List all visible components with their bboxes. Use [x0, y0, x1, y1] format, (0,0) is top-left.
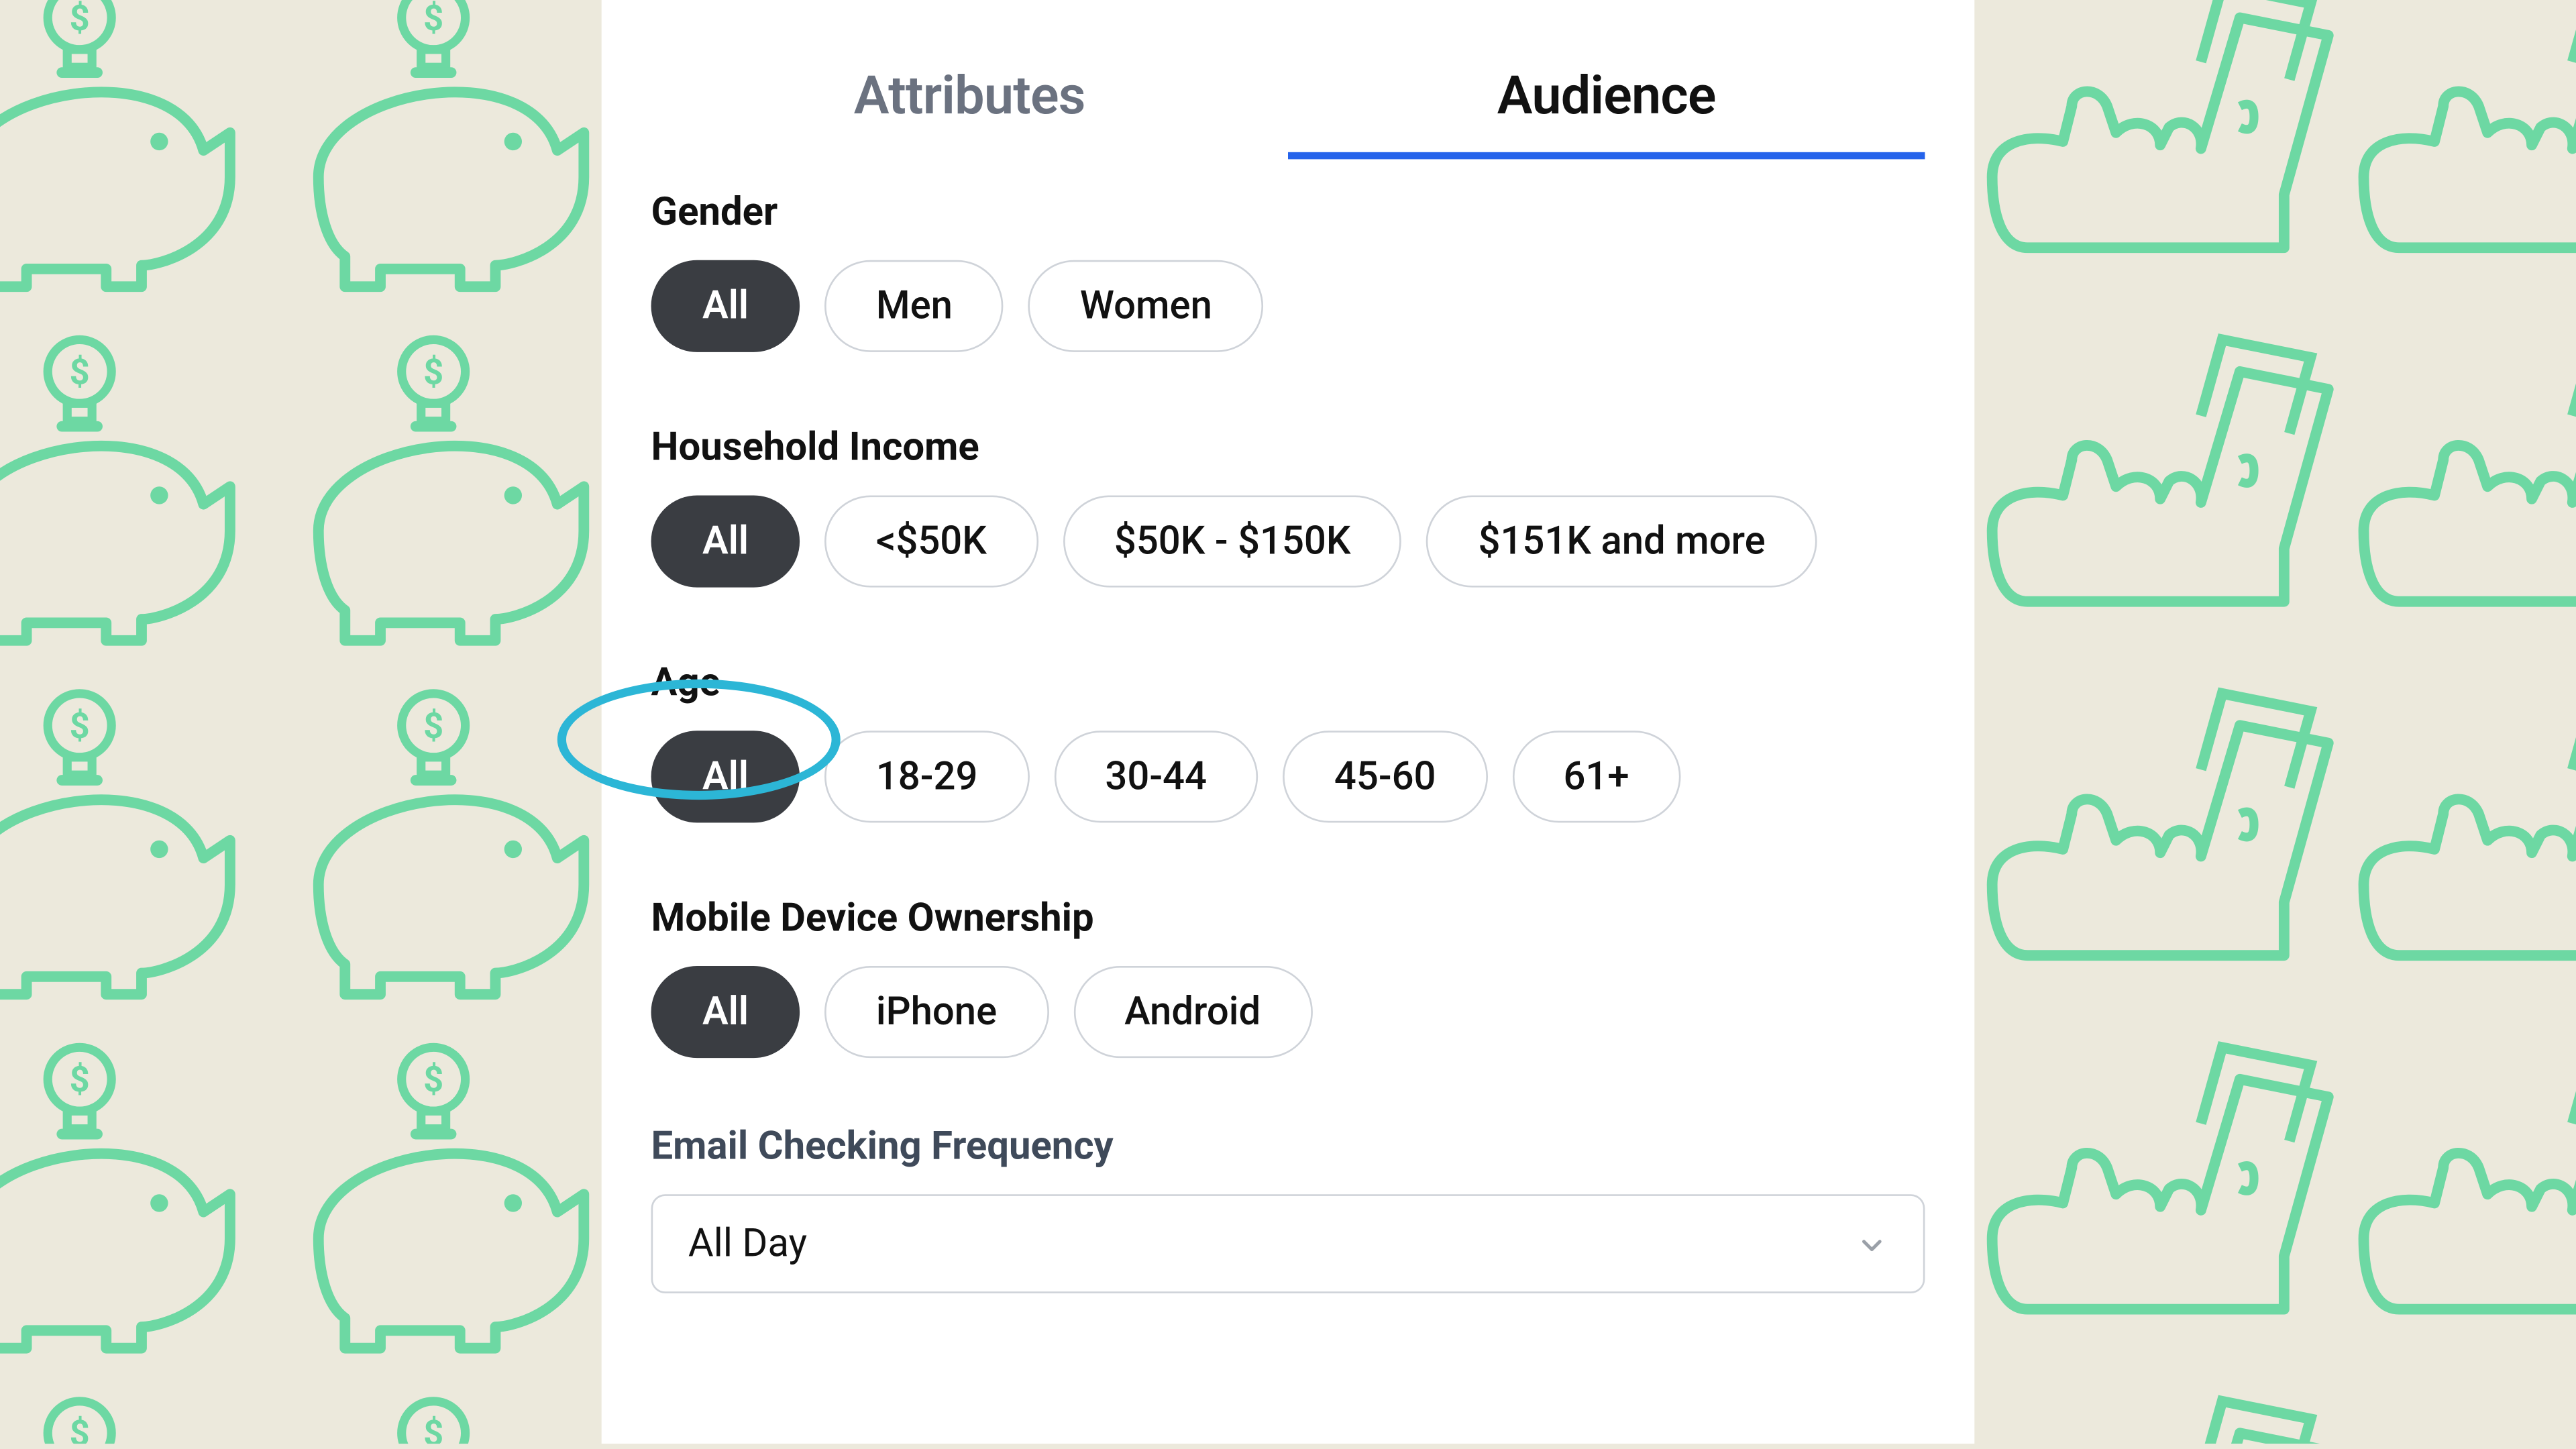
income-option-50k-150k[interactable]: $50K - $150K	[1063, 495, 1402, 587]
email-frequency-label: Email Checking Frequency	[651, 1125, 1925, 1169]
device-option-all[interactable]: All	[651, 966, 800, 1058]
email-frequency-select[interactable]: All Day	[651, 1194, 1925, 1293]
section-age: Age All 18-29 30-44 45-60 61+	[651, 661, 1925, 822]
gender-option-women[interactable]: Women	[1028, 260, 1263, 352]
audience-filter-panel: Attributes Audience Gender All Men Women…	[602, 0, 1975, 1444]
section-income: Household Income All <$50K $50K - $150K …	[651, 427, 1925, 588]
age-label: Age	[651, 661, 1925, 706]
device-label: Mobile Device Ownership	[651, 897, 1925, 941]
section-gender: Gender All Men Women	[651, 191, 1925, 352]
income-label: Household Income	[651, 427, 1925, 471]
age-options: All 18-29 30-44 45-60 61+	[651, 731, 1925, 822]
section-device: Mobile Device Ownership All iPhone Andro…	[651, 897, 1925, 1058]
device-option-android[interactable]: Android	[1073, 966, 1312, 1058]
age-option-18-29[interactable]: 18-29	[824, 731, 1029, 822]
device-option-iphone[interactable]: iPhone	[824, 966, 1048, 1058]
device-options: All iPhone Android	[651, 966, 1925, 1058]
email-frequency-value: All Day	[688, 1222, 807, 1266]
income-option-151k-more[interactable]: $151K and more	[1427, 495, 1817, 587]
chevron-down-icon	[1856, 1228, 1888, 1259]
tab-attributes[interactable]: Attributes	[651, 66, 1288, 160]
gender-options: All Men Women	[651, 260, 1925, 352]
tab-audience[interactable]: Audience	[1288, 66, 1925, 160]
age-option-45-60[interactable]: 45-60	[1283, 731, 1487, 822]
age-option-30-44[interactable]: 30-44	[1054, 731, 1258, 822]
age-option-61plus[interactable]: 61+	[1512, 731, 1680, 822]
income-option-under50k[interactable]: <$50K	[824, 495, 1038, 587]
gender-option-men[interactable]: Men	[824, 260, 1004, 352]
age-option-all[interactable]: All	[651, 731, 800, 822]
gender-option-all[interactable]: All	[651, 260, 800, 352]
income-options: All <$50K $50K - $150K $151K and more	[651, 495, 1925, 587]
income-option-all[interactable]: All	[651, 495, 800, 587]
section-email-frequency: Email Checking Frequency All Day	[651, 1125, 1925, 1293]
gender-label: Gender	[651, 191, 1925, 235]
tab-bar: Attributes Audience	[651, 0, 1925, 159]
